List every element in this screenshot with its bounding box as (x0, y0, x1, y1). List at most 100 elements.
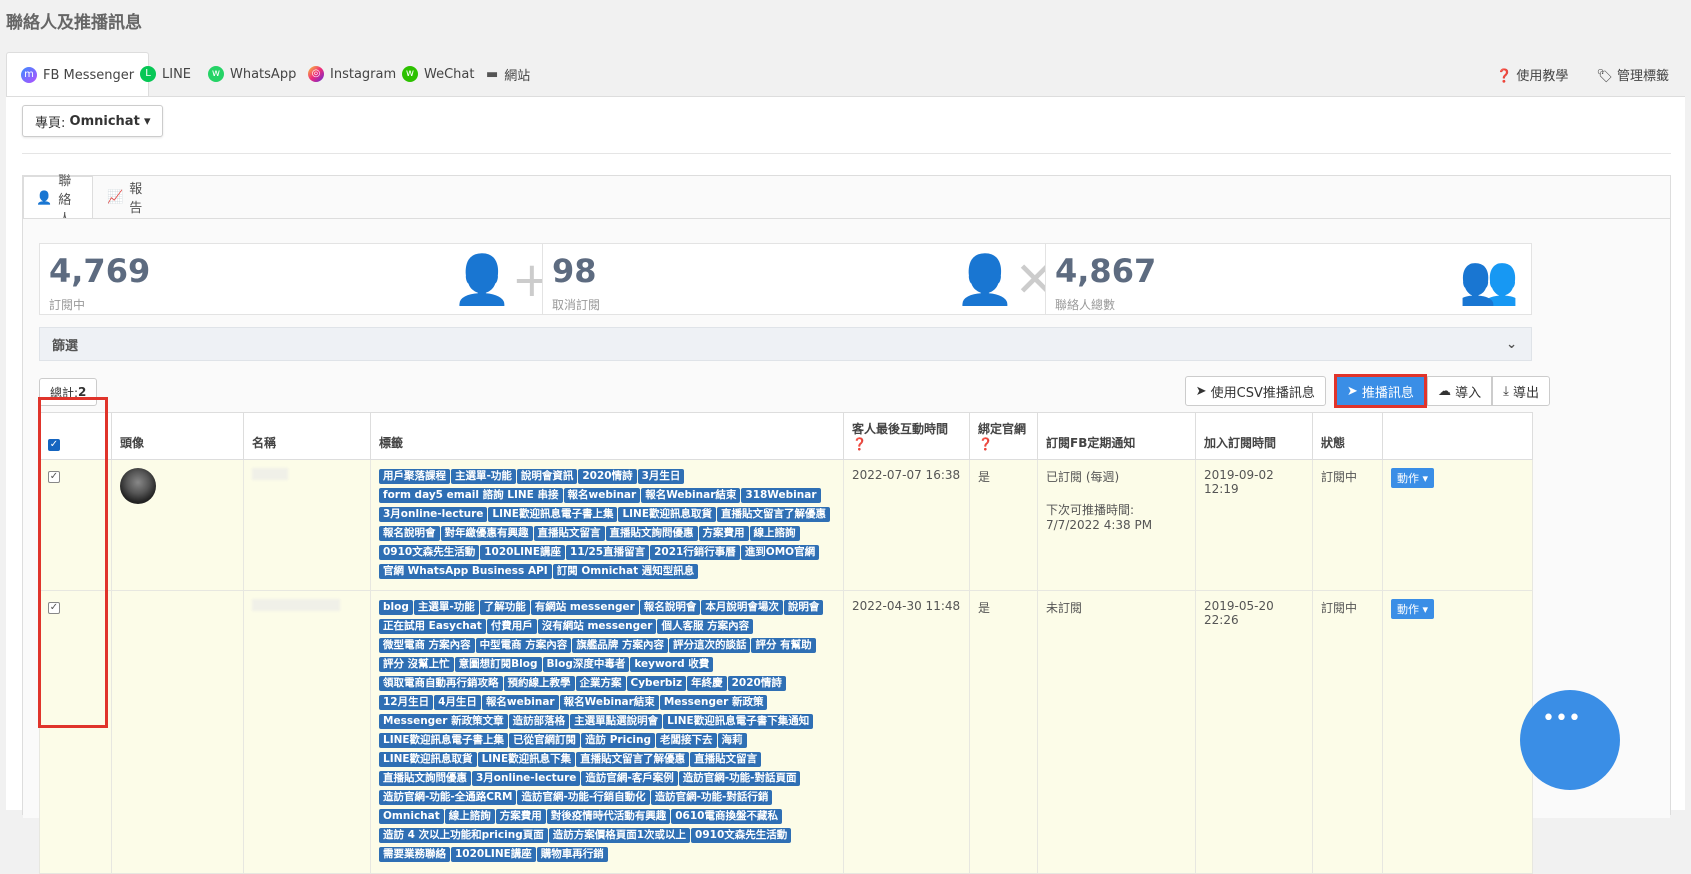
avatar-cell (111, 459, 244, 591)
total-value: 2 (78, 385, 87, 399)
header-last-interaction: 客人最後互動時間 ❓ (843, 412, 970, 460)
send-icon: ➤ (1346, 383, 1358, 399)
tab-label: FB Messenger (43, 67, 135, 83)
table-row[interactable]: ✓ blog 主選單-功能 了解功能 有網站 messenger 報名說明會 本月說明會場… (39, 590, 1533, 874)
csv-broadcast-button[interactable]: ➤ 使用CSV推播訊息 (1184, 376, 1326, 406)
export-button[interactable]: ⤓ 導出 (1492, 376, 1550, 406)
tag-badge: 2020情詩 (727, 676, 786, 691)
help-link[interactable]: ❓ 使用教學 (1496, 65, 1568, 84)
tag-badge: 年終慶 (687, 676, 727, 691)
tag-badge: 報名說明會 (639, 600, 701, 615)
tag-badge: 報名說明會 (379, 526, 440, 541)
cloud-upload-icon: ☁ (1437, 383, 1451, 399)
manage-tags-link[interactable]: 🏷 管理標籤 (1596, 65, 1669, 84)
fb-subscription-cell: 已訂閱 (每週) 下次可推播時間: 7/7/2022 4:38 PM (1037, 459, 1196, 591)
tag-badge: 線上諮詢 (749, 526, 800, 541)
question-icon: ❓ (852, 437, 867, 451)
chat-widget-button[interactable]: ••• (1520, 690, 1620, 790)
tab-label: 網站 (504, 68, 531, 84)
tag-badge: 2020情詩 (578, 469, 637, 484)
download-icon: ⤓ (1503, 383, 1509, 399)
tags-label: 管理標籤 (1616, 68, 1669, 84)
tag-badge: 已從官網訂閱 (509, 733, 581, 748)
action-dropdown-button[interactable]: 動作 ▾ (1391, 468, 1435, 488)
tag-badge: 評分這次的談話 (668, 638, 751, 653)
user-times-icon: 👤✕ (955, 252, 1055, 308)
tag-badge: 旗艦品牌 方案內容 (572, 638, 668, 653)
tag-badge: 個人客服 方案內容 (657, 619, 754, 634)
row-checkbox[interactable]: ✓ (48, 471, 60, 483)
tag-badge: Messenger 新政策 (659, 695, 768, 710)
tab-contacts[interactable]: 👤 聯絡人 (23, 174, 93, 227)
tag-badge: 沒有網站 messenger (537, 619, 657, 634)
channel-tabs: m FB Messenger L LINE w WhatsApp ◎ Insta… (6, 52, 1691, 97)
main-panel: 專頁: Omnichat ▾ 👤 聯絡人 📈 報告 4,769 訂閱中 👤+ 9… (6, 96, 1685, 874)
header-bound: 綁定官網 ❓ (969, 412, 1038, 460)
tag-badge: 中型電商 方案內容 (475, 638, 572, 653)
select-all-checkbox[interactable]: ✓ (48, 439, 60, 451)
send-icon: ➤ (1195, 383, 1207, 399)
tab-whatsapp[interactable]: w WhatsApp (194, 52, 310, 96)
table-header-row: ✓ 頭像 名稱 標籤 客人最後互動時間 ❓ 綁定官網 ❓ 訂閱FB定期通知 加入訂… (39, 412, 1533, 460)
tag-badge: 造訪 Pricing (581, 733, 656, 748)
table-row[interactable]: ✓ 用戶聚落課程 主選單-功能 說明會資訊 2020情詩 3月生日 form day5 e… (39, 459, 1533, 591)
tag-badge: 12月生日 (379, 695, 434, 710)
broadcast-button[interactable]: ➤ 推播訊息 (1333, 374, 1427, 408)
tag-badge: 造訪方案價格頁面1次或以上 (548, 828, 691, 843)
fb-sub-status: 已訂閱 (每週) (1046, 470, 1120, 484)
tags-cell: blog 主選單-功能 了解功能 有網站 messenger 報名說明會 本月說明會場次說… (370, 590, 844, 874)
tag-badge: Cyberbiz (626, 676, 687, 691)
chat-icon: ▬ (486, 66, 499, 82)
header-status: 狀態 (1312, 412, 1383, 460)
toolbar: ➤ 使用CSV推播訊息 ➤ 推播訊息 ☁ 導入 ⤓ 導出 (1184, 374, 1550, 408)
avatar-cell (111, 590, 244, 874)
tag-badge: 318Webinar (741, 488, 821, 503)
users-icon: 👥 (1459, 252, 1519, 308)
tag-badge: 說明會 (783, 600, 824, 615)
header-tags: 標籤 (370, 412, 844, 460)
tag-badge: Messenger 新政策文章 (379, 714, 508, 729)
status-value: 訂閱中 (1312, 590, 1383, 874)
bound-value: 是 (969, 459, 1038, 591)
tab-report[interactable]: 📈 報告 (95, 176, 154, 218)
tag-badge: 直播貼文留言 (533, 526, 605, 541)
tag-badge: 0610電商換盤不藏私 (671, 809, 782, 824)
row-checkbox[interactable]: ✓ (48, 602, 60, 614)
import-label: 導入 (1455, 385, 1482, 401)
export-label: 導出 (1512, 385, 1539, 401)
tag-badge: 海莉 (717, 733, 747, 748)
page-title: 聯絡人及推播訊息 (6, 13, 142, 33)
contacts-content: 4,769 訂閱中 👤+ 98 取消訂閱 👤✕ 4,867 聯絡人總數 👥 篩選… (23, 218, 1670, 874)
wechat-icon: w (402, 66, 418, 82)
instagram-icon: ◎ (308, 66, 324, 82)
header-label: 綁定官網 (978, 422, 1027, 436)
header-actions (1382, 412, 1533, 460)
tag-badge: 對後疫情時代活動有興趣 (546, 809, 671, 824)
tag-badge: 造訪官網-功能-全通路CRM (379, 790, 517, 805)
tab-website[interactable]: ▬ 網站 (472, 52, 544, 96)
tab-label: 報告 (129, 182, 143, 216)
tag-badge: 評分 有幫助 (751, 638, 816, 653)
tag-badge: 線上諮詢 (444, 809, 495, 824)
import-button[interactable]: ☁ 導入 (1426, 376, 1493, 406)
tag-badge: Omnichat (379, 809, 444, 824)
page-select-dropdown[interactable]: 專頁: Omnichat ▾ (22, 105, 164, 137)
tag-badge: keyword 收費 (630, 657, 714, 672)
contacts-table: ✓ 頭像 名稱 標籤 客人最後互動時間 ❓ 綁定官網 ❓ 訂閱FB定期通知 加入訂… (39, 412, 1533, 874)
tag-badge: 造訪官網-客戶案例 (581, 771, 678, 786)
tag-badge: 報名Webinar結束 (641, 488, 741, 503)
stat-label: 訂閱中 (49, 298, 86, 312)
tag-badge: 主選單-功能 (451, 469, 516, 484)
tag-badge: 報名Webinar結束 (559, 695, 659, 710)
tag-badge: 造訪部落格 (508, 714, 570, 729)
tag-badge: 進到OMO官網 (740, 545, 820, 560)
tag-badge: 預約線上教學 (503, 676, 575, 691)
action-dropdown-button[interactable]: 動作 ▾ (1391, 599, 1435, 619)
user-icon: 👤 (36, 190, 53, 206)
tag-badge: 1020LINE講座 (451, 847, 536, 862)
filter-panel-header[interactable]: 篩選 ⌄ (39, 327, 1532, 361)
tag-badge: LINE歡迎訊息取貨 (618, 507, 717, 522)
chevron-down-icon: ⌄ (1506, 336, 1517, 352)
stat-value: 4,867 (1055, 252, 1157, 290)
last-interaction: 2022-07-07 16:38 (843, 459, 970, 591)
